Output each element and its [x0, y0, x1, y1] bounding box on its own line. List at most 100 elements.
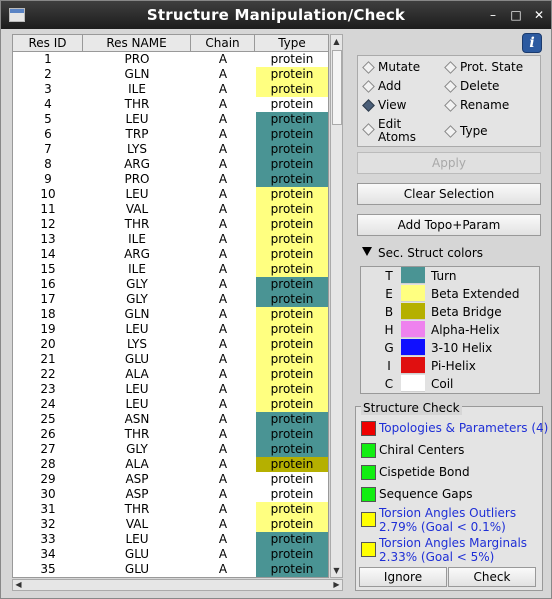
table-row[interactable]: 10 LEU Aprotein: [13, 187, 328, 202]
add-topo-param-button[interactable]: Add Topo+Param: [357, 214, 541, 236]
table-row[interactable]: 17 GLY Aprotein: [13, 292, 328, 307]
residue-table[interactable]: Res ID Res NAME Chain Type 1 PRO Aprotein 2…: [12, 34, 329, 578]
scroll-up-icon[interactable]: ▲: [331, 35, 342, 48]
table-row[interactable]: 31 THR Aprotein: [13, 502, 328, 517]
table-row[interactable]: 30 ASP Aprotein: [13, 487, 328, 502]
table-row[interactable]: 8 ARG Aprotein: [13, 157, 328, 172]
sec-struct-colors-toggle[interactable]: Sec. Struct colors: [362, 245, 483, 261]
res-name-cell: ASP: [125, 472, 149, 486]
chain-cell: A: [218, 112, 228, 126]
table-row[interactable]: 21 GLU Aprotein: [13, 352, 328, 367]
color-swatch[interactable]: [401, 303, 425, 320]
table-row[interactable]: 1 PRO Aprotein: [13, 52, 328, 67]
res-name-cell: PRO: [124, 172, 150, 186]
table-row[interactable]: 28 ALA Aprotein: [13, 457, 328, 472]
table-row[interactable]: 3 ILE Aprotein: [13, 82, 328, 97]
table-row[interactable]: 4 THR Aprotein: [13, 97, 328, 112]
table-row[interactable]: 15 ILE Aprotein: [13, 262, 328, 277]
table-row[interactable]: 32 VAL Aprotein: [13, 517, 328, 532]
info-icon[interactable]: i: [522, 33, 542, 53]
check-button[interactable]: Check: [448, 567, 536, 587]
table-row[interactable]: 18 GLN Aprotein: [13, 307, 328, 322]
color-swatch[interactable]: [401, 321, 425, 338]
color-swatch[interactable]: [401, 375, 425, 392]
ignore-button[interactable]: Ignore: [359, 567, 447, 587]
table-row[interactable]: 35 GLU Aprotein: [13, 562, 328, 577]
type-cell: protein: [256, 547, 328, 562]
res-name-cell: GLU: [124, 352, 150, 366]
table-row[interactable]: 14 ARG Aprotein: [13, 247, 328, 262]
res-id-cell: 28: [40, 457, 56, 471]
res-id-cell: 24: [40, 397, 56, 411]
chain-cell: A: [218, 52, 228, 66]
scroll-right-icon[interactable]: ▶: [331, 579, 342, 591]
type-cell: protein: [256, 292, 328, 307]
table-row[interactable]: 19 LEU Aprotein: [13, 322, 328, 337]
color-swatch[interactable]: [401, 339, 425, 356]
res-id-cell: 3: [44, 82, 52, 96]
table-row[interactable]: 26 THR Aprotein: [13, 427, 328, 442]
type-cell: protein: [256, 502, 328, 517]
table-row[interactable]: 22 ALA Aprotein: [13, 367, 328, 382]
res-name-cell: LEU: [125, 187, 149, 201]
type-cell: protein: [256, 112, 328, 127]
table-vertical-scrollbar[interactable]: ▲ ▼: [330, 34, 343, 578]
color-swatch[interactable]: [401, 285, 425, 302]
chain-cell: A: [218, 157, 228, 171]
type-cell: protein: [256, 397, 328, 412]
res-name-cell: TRP: [125, 127, 149, 141]
scrollbar-thumb[interactable]: [332, 50, 342, 125]
scroll-left-icon[interactable]: ◀: [13, 579, 24, 591]
color-swatch[interactable]: [401, 357, 425, 374]
table-horizontal-scrollbar[interactable]: ◀ ▶: [12, 579, 343, 591]
table-row[interactable]: 16 GLY Aprotein: [13, 277, 328, 292]
column-header-res-name[interactable]: Res NAME: [83, 35, 191, 52]
table-row[interactable]: 25 ASN Aprotein: [13, 412, 328, 427]
minimize-icon[interactable]: –: [485, 7, 501, 23]
chain-cell: A: [218, 67, 228, 81]
column-header-chain[interactable]: Chain: [191, 35, 255, 52]
type-cell: protein: [256, 97, 328, 112]
radio-indicator: [362, 123, 375, 136]
table-row[interactable]: 20 LYS Aprotein: [13, 337, 328, 352]
type-cell: protein: [256, 472, 328, 487]
table-row[interactable]: 23 LEU Aprotein: [13, 382, 328, 397]
status-indicator: [361, 542, 376, 557]
column-header-res-id[interactable]: Res ID: [13, 35, 83, 52]
color-swatch[interactable]: [401, 267, 425, 284]
type-cell: protein: [256, 217, 328, 232]
res-id-cell: 19: [40, 322, 56, 336]
type-cell: protein: [256, 82, 328, 97]
res-name-cell: VAL: [125, 517, 149, 531]
table-row[interactable]: 34 GLU Aprotein: [13, 547, 328, 562]
table-row[interactable]: 29 ASP Aprotein: [13, 472, 328, 487]
scroll-down-icon[interactable]: ▼: [331, 564, 342, 577]
table-row[interactable]: 7 LYS Aprotein: [13, 142, 328, 157]
table-row[interactable]: 5 LEU Aprotein: [13, 112, 328, 127]
table-row[interactable]: 9 PRO Aprotein: [13, 172, 328, 187]
table-row[interactable]: 2 GLN Aprotein: [13, 67, 328, 82]
table-row[interactable]: 33 LEU Aprotein: [13, 532, 328, 547]
sec-struct-name: Beta Extended: [431, 287, 520, 301]
radio-indicator: [444, 99, 457, 112]
table-row[interactable]: 27 GLY Aprotein: [13, 442, 328, 457]
table-row[interactable]: 6 TRP Aprotein: [13, 127, 328, 142]
clear-selection-button[interactable]: Clear Selection: [357, 183, 541, 205]
table-row[interactable]: 13 ILE Aprotein: [13, 232, 328, 247]
table-row[interactable]: 24 LEU Aprotein: [13, 397, 328, 412]
apply-button[interactable]: Apply: [357, 152, 541, 174]
chain-cell: A: [218, 97, 228, 111]
res-name-cell: THR: [124, 502, 150, 516]
maximize-icon[interactable]: □: [508, 7, 524, 23]
res-id-cell: 26: [40, 427, 56, 441]
sec-struct-code: B: [384, 305, 394, 319]
res-id-cell: 23: [40, 382, 56, 396]
table-row[interactable]: 11 VAL Aprotein: [13, 202, 328, 217]
type-cell: protein: [256, 157, 328, 172]
close-icon[interactable]: ✕: [531, 7, 547, 23]
column-header-type[interactable]: Type: [255, 35, 328, 52]
type-cell: protein: [256, 322, 328, 337]
chain-cell: A: [218, 412, 228, 426]
res-name-cell: LEU: [125, 112, 149, 126]
table-row[interactable]: 12 THR Aprotein: [13, 217, 328, 232]
